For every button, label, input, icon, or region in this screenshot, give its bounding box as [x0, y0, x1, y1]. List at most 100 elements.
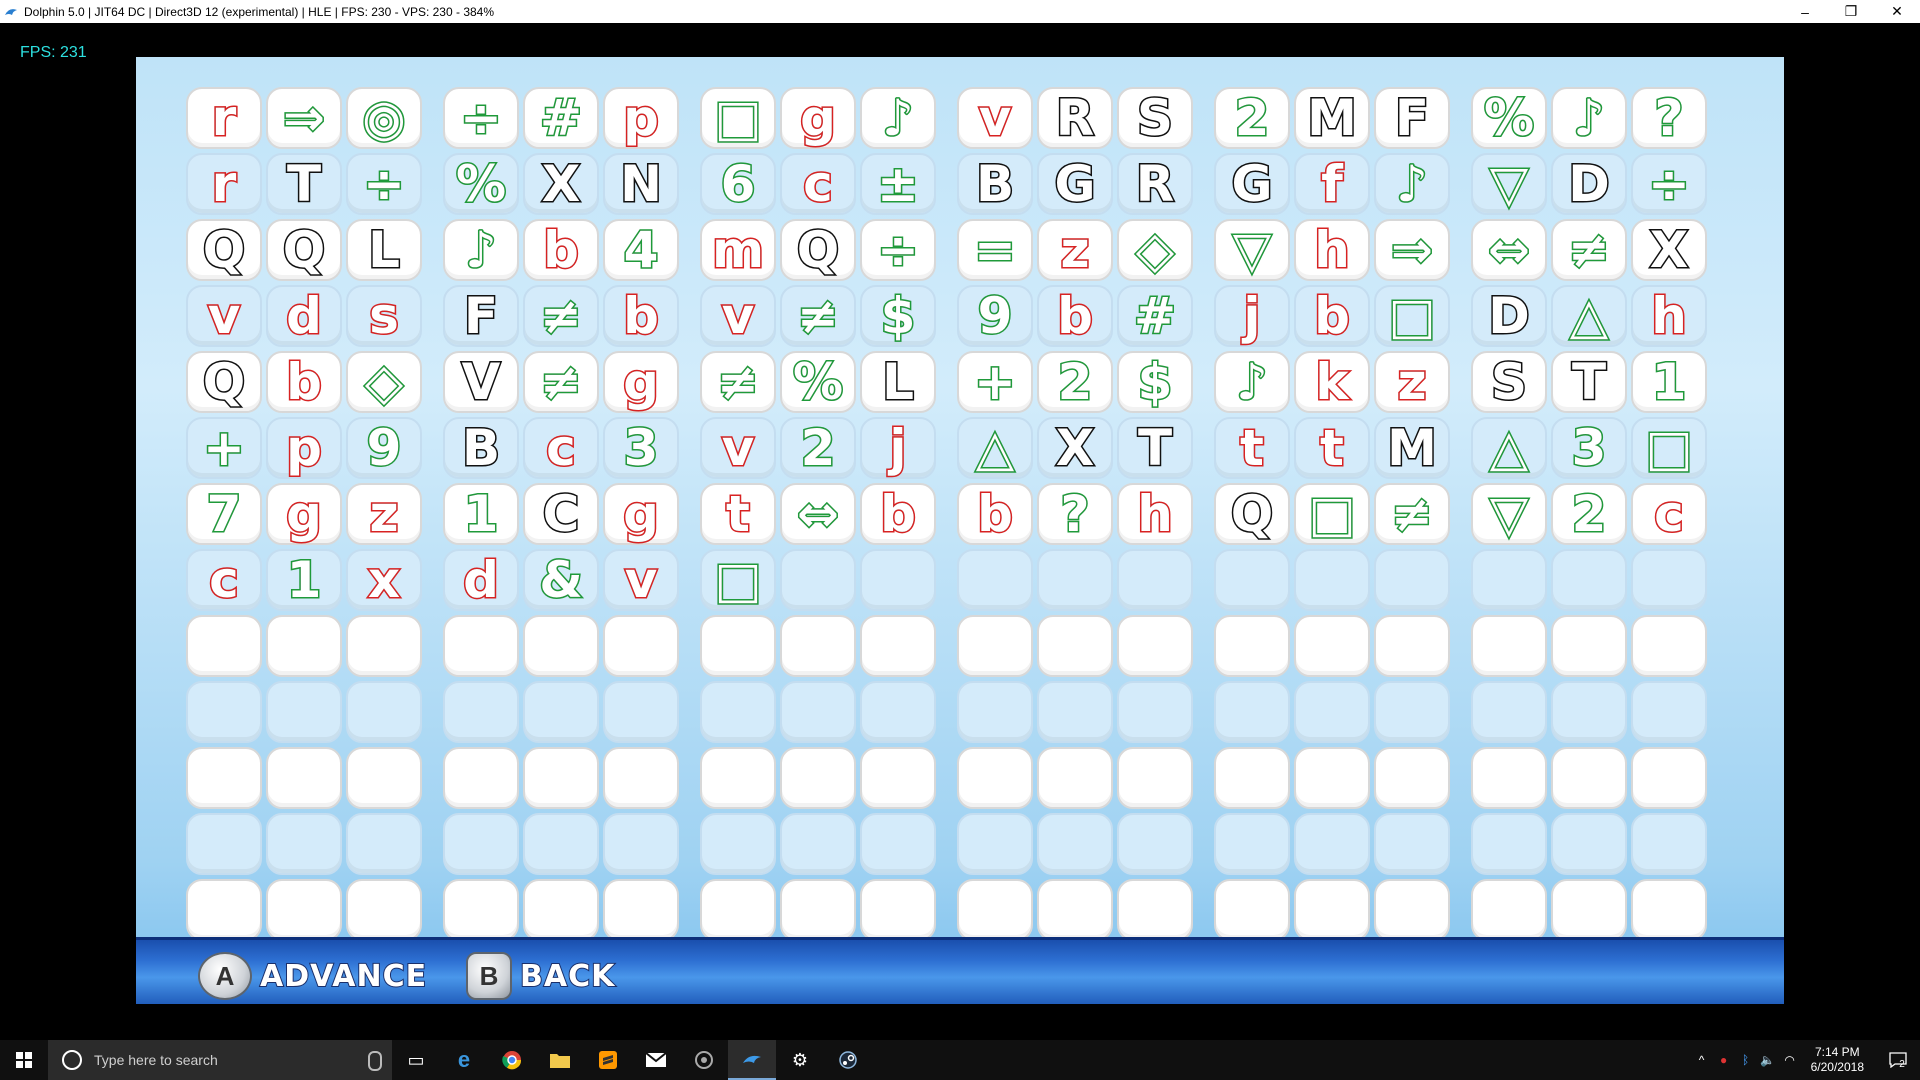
symbol-cell[interactable]: g: [603, 351, 679, 413]
symbol-cell[interactable]: [1117, 747, 1193, 809]
symbol-cell[interactable]: b: [860, 483, 936, 545]
symbol-cell[interactable]: 9: [957, 285, 1033, 347]
symbol-cell[interactable]: M: [1294, 87, 1370, 149]
symbol-cell[interactable]: [1214, 549, 1290, 611]
symbol-cell[interactable]: ♪: [1214, 351, 1290, 413]
symbol-cell[interactable]: [1551, 879, 1627, 941]
symbol-cell[interactable]: [186, 747, 262, 809]
symbol-cell[interactable]: s: [346, 285, 422, 347]
symbol-cell[interactable]: ÷: [1631, 153, 1707, 215]
symbol-cell[interactable]: [346, 879, 422, 941]
symbol-cell[interactable]: [957, 681, 1033, 743]
symbol-cell[interactable]: [443, 879, 519, 941]
symbol-cell[interactable]: %: [443, 153, 519, 215]
symbol-cell[interactable]: [266, 813, 342, 875]
symbol-cell[interactable]: b: [523, 219, 599, 281]
advance-prompt[interactable]: A ADVANCE: [198, 952, 427, 1000]
symbol-cell[interactable]: ⇔: [1471, 219, 1547, 281]
dolphin-taskbar-icon[interactable]: [728, 1040, 776, 1080]
symbol-cell[interactable]: ▽: [1214, 219, 1290, 281]
file-explorer-icon[interactable]: [536, 1040, 584, 1080]
bluetooth-icon[interactable]: ᛒ: [1735, 1053, 1757, 1067]
symbol-cell[interactable]: [1471, 879, 1547, 941]
symbol-cell[interactable]: D: [1471, 285, 1547, 347]
symbol-cell[interactable]: [346, 615, 422, 677]
symbol-cell[interactable]: [443, 681, 519, 743]
steam-icon[interactable]: [824, 1040, 872, 1080]
symbol-cell[interactable]: z: [1374, 351, 1450, 413]
symbol-cell[interactable]: [186, 879, 262, 941]
symbol-cell[interactable]: [780, 681, 856, 743]
symbol-cell[interactable]: [1631, 747, 1707, 809]
taskbar-clock[interactable]: 7:14 PM 6/20/2018: [1811, 1045, 1864, 1075]
symbol-cell[interactable]: [1037, 813, 1113, 875]
symbol-cell[interactable]: 1: [266, 549, 342, 611]
symbol-cell[interactable]: [1214, 879, 1290, 941]
symbol-cell[interactable]: [700, 615, 776, 677]
symbol-cell[interactable]: [700, 681, 776, 743]
window-title-bar[interactable]: Dolphin 5.0 | JIT64 DC | Direct3D 12 (ex…: [0, 0, 1920, 23]
symbol-cell[interactable]: [443, 615, 519, 677]
sublime-text-icon[interactable]: [584, 1040, 632, 1080]
symbol-cell[interactable]: [1374, 879, 1450, 941]
symbol-cell[interactable]: [1471, 549, 1547, 611]
symbol-cell[interactable]: △: [1471, 417, 1547, 479]
media-app-icon[interactable]: [680, 1040, 728, 1080]
symbol-cell[interactable]: □: [700, 87, 776, 149]
symbol-cell[interactable]: c: [523, 417, 599, 479]
symbol-cell[interactable]: 3: [1551, 417, 1627, 479]
symbol-cell[interactable]: 1: [1631, 351, 1707, 413]
symbol-cell[interactable]: v: [957, 87, 1033, 149]
symbol-cell[interactable]: [957, 813, 1033, 875]
symbol-cell[interactable]: [346, 681, 422, 743]
symbol-cell[interactable]: c: [780, 153, 856, 215]
symbol-cell[interactable]: R: [1117, 153, 1193, 215]
symbol-cell[interactable]: [860, 681, 936, 743]
game-viewport[interactable]: r ⇒ ◎ ÷ # p □ g ♪ v R S 2 M F% ♪? r T ÷% X N 6 c ± B G R Gf ♪ ▽ D ÷ Q Q L ♪…: [136, 57, 1784, 1004]
symbol-cell[interactable]: x: [346, 549, 422, 611]
symbol-cell[interactable]: S: [1117, 87, 1193, 149]
symbol-cell[interactable]: [780, 879, 856, 941]
symbol-cell[interactable]: □: [1631, 417, 1707, 479]
symbol-cell[interactable]: p: [266, 417, 342, 479]
symbol-cell[interactable]: [1117, 549, 1193, 611]
symbol-cell[interactable]: [443, 747, 519, 809]
symbol-cell[interactable]: [1551, 813, 1627, 875]
symbol-cell[interactable]: ±: [860, 153, 936, 215]
close-button[interactable]: ✕: [1874, 0, 1920, 23]
symbol-cell[interactable]: t: [700, 483, 776, 545]
symbol-cell[interactable]: X: [1037, 417, 1113, 479]
symbol-cell[interactable]: ≠: [1374, 483, 1450, 545]
symbol-cell[interactable]: G: [1037, 153, 1113, 215]
mail-icon[interactable]: [632, 1040, 680, 1080]
symbol-cell[interactable]: [1037, 879, 1113, 941]
symbol-cell[interactable]: #: [1117, 285, 1193, 347]
symbol-cell[interactable]: [1551, 681, 1627, 743]
symbol-cell[interactable]: [443, 813, 519, 875]
edge-browser-icon[interactable]: e: [440, 1040, 488, 1080]
symbol-cell[interactable]: ≠: [780, 285, 856, 347]
symbol-cell[interactable]: [957, 879, 1033, 941]
symbol-cell[interactable]: [860, 615, 936, 677]
symbol-cell[interactable]: ÷: [860, 219, 936, 281]
symbol-cell[interactable]: [1117, 615, 1193, 677]
symbol-cell[interactable]: [523, 747, 599, 809]
symbol-cell[interactable]: [1214, 747, 1290, 809]
symbol-cell[interactable]: [1471, 813, 1547, 875]
symbol-cell[interactable]: [603, 747, 679, 809]
symbol-cell[interactable]: [523, 615, 599, 677]
volume-icon[interactable]: 🔈: [1757, 1053, 1779, 1067]
symbol-cell[interactable]: [860, 813, 936, 875]
symbol-cell[interactable]: ÷: [346, 153, 422, 215]
symbol-cell[interactable]: L: [860, 351, 936, 413]
symbol-cell[interactable]: [1631, 681, 1707, 743]
symbol-cell[interactable]: [1631, 879, 1707, 941]
symbol-cell[interactable]: [1037, 615, 1113, 677]
symbol-cell[interactable]: ⇔: [780, 483, 856, 545]
symbol-cell[interactable]: Q: [186, 219, 262, 281]
symbol-cell[interactable]: [780, 615, 856, 677]
symbol-cell[interactable]: [186, 681, 262, 743]
symbol-cell[interactable]: 4: [603, 219, 679, 281]
symbol-cell[interactable]: t: [1294, 417, 1370, 479]
symbol-cell[interactable]: C: [523, 483, 599, 545]
